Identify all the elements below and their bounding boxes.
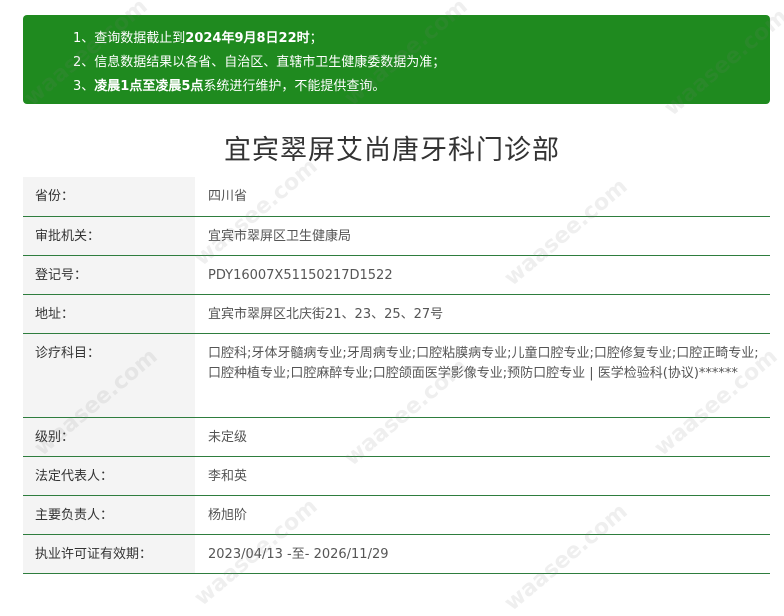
row-value: 宜宾市翠屏区卫生健康局 bbox=[195, 216, 770, 256]
row-label: 省份： bbox=[23, 177, 195, 217]
row-value: 杨旭阶 bbox=[195, 495, 770, 535]
table-row: 诊疗科目： 口腔科;牙体牙髓病专业;牙周病专业;口腔粘膜病专业;儿童口腔专业;口… bbox=[23, 333, 770, 418]
row-label: 法定代表人： bbox=[23, 456, 195, 496]
table-row: 地址： 宜宾市翠屏区北庆街21、23、25、27号 bbox=[23, 294, 770, 334]
row-label: 执业许可证有效期： bbox=[23, 534, 195, 574]
row-label: 诊疗科目： bbox=[23, 333, 195, 418]
row-label: 主要负责人： bbox=[23, 495, 195, 535]
table-row: 执业许可证有效期： 2023/04/13 -至- 2026/11/29 bbox=[23, 534, 770, 574]
notice-line-3: 3、凌晨1点至凌晨5点系统进行维护，不能提供查询。 bbox=[73, 79, 386, 94]
table-row: 登记号： PDY16007X51150217D1522 bbox=[23, 255, 770, 295]
row-value: 未定级 bbox=[195, 417, 770, 457]
row-label: 审批机关： bbox=[23, 216, 195, 256]
row-value: 2023/04/13 -至- 2026/11/29 bbox=[195, 534, 770, 574]
table-row: 法定代表人： 李和英 bbox=[23, 456, 770, 496]
table-row: 省份： 四川省 bbox=[23, 177, 770, 217]
notice-line-2: 2、信息数据结果以各省、自治区、直辖市卫生健康委数据为准； bbox=[73, 55, 446, 70]
row-value: PDY16007X51150217D1522 bbox=[195, 255, 770, 295]
row-value: 李和英 bbox=[195, 456, 770, 496]
notice-line-1: 1、查询数据截止到2024年9月8日22时； bbox=[73, 31, 323, 46]
page-title: 宜宾翠屏艾尚唐牙科门诊部 bbox=[224, 135, 560, 166]
table-row: 主要负责人： 杨旭阶 bbox=[23, 495, 770, 535]
table-row: 级别： 未定级 bbox=[23, 417, 770, 457]
row-label: 地址： bbox=[23, 294, 195, 334]
row-value: 四川省 bbox=[195, 177, 770, 217]
row-value: 宜宾市翠屏区北庆街21、23、25、27号 bbox=[195, 294, 770, 334]
row-label: 登记号： bbox=[23, 255, 195, 295]
row-value: 口腔科;牙体牙髓病专业;牙周病专业;口腔粘膜病专业;儿童口腔专业;口腔修复专业;… bbox=[195, 333, 770, 418]
notice-banner: 1、查询数据截止到2024年9月8日22时； 2、信息数据结果以各省、自治区、直… bbox=[23, 15, 770, 104]
row-label: 级别： bbox=[23, 417, 195, 457]
table-row: 审批机关： 宜宾市翠屏区卫生健康局 bbox=[23, 216, 770, 256]
info-table: 省份： 四川省 审批机关： 宜宾市翠屏区卫生健康局 登记号： PDY16007X… bbox=[23, 177, 770, 574]
